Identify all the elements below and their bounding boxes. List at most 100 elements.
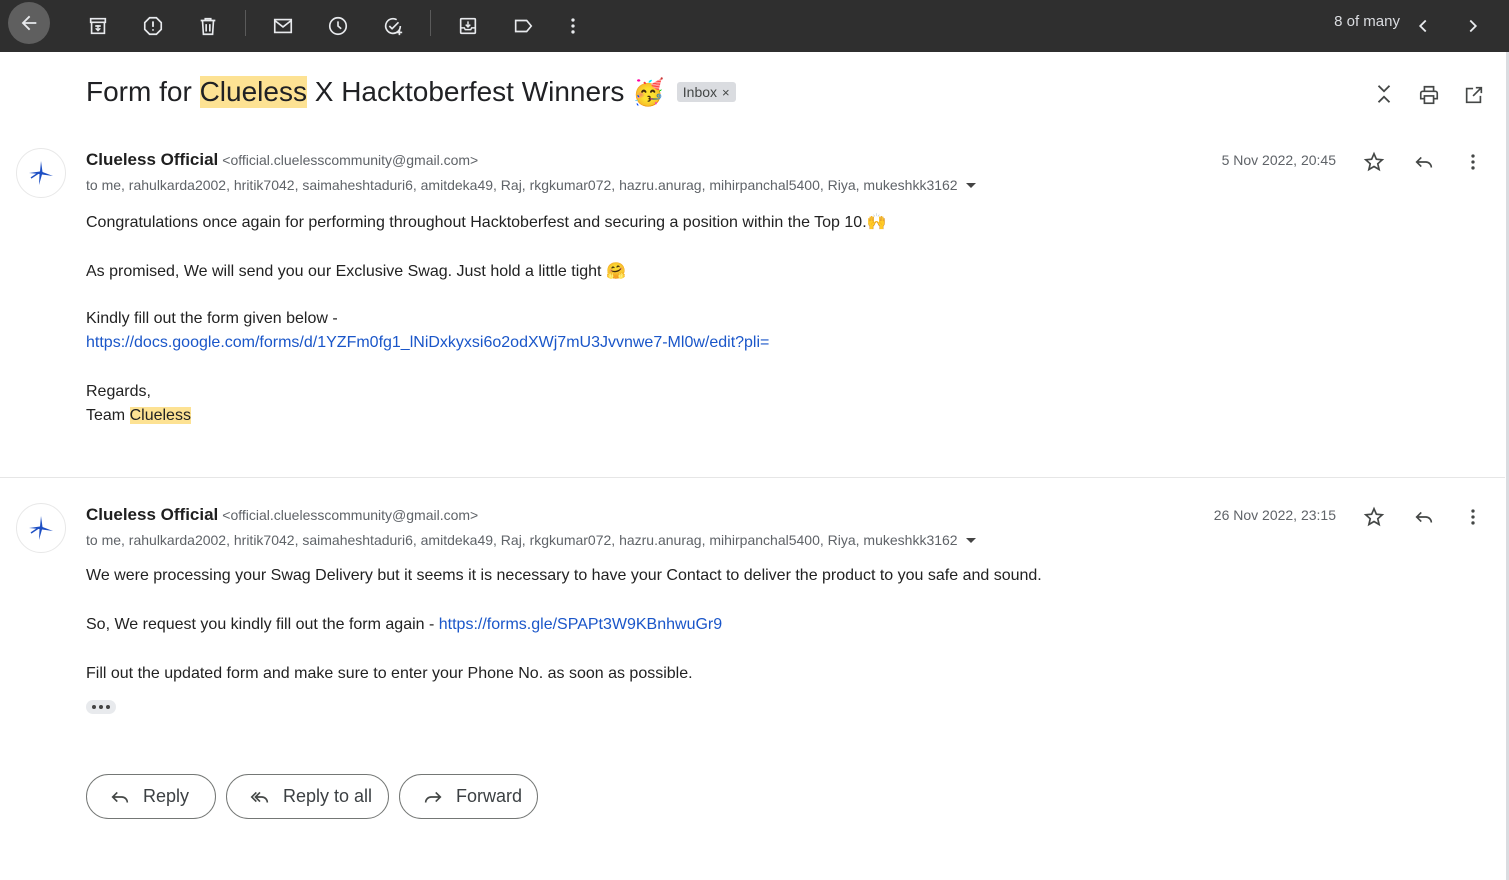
forward-icon [424, 791, 442, 803]
show-trimmed-content-button[interactable] [86, 700, 116, 714]
star-button[interactable] [1360, 503, 1388, 531]
pagination-count: 8 of many [1334, 13, 1400, 30]
add-task-button[interactable] [373, 6, 413, 46]
reply-button[interactable] [1410, 503, 1438, 531]
snooze-button[interactable] [318, 6, 358, 46]
recipients-line: to me, rahulkarda2002, hritik7042, saima… [86, 177, 976, 193]
google-form-link[interactable]: https://docs.google.com/forms/d/1YZFm0fg… [86, 334, 769, 351]
subject-suffix: X Hacktoberfest Winners [306, 76, 625, 107]
sender-info: Clueless Official <official.cluelesscommu… [86, 505, 478, 525]
sender-avatar[interactable] [16, 148, 66, 198]
message-date: 5 Nov 2022, 20:45 [1221, 152, 1336, 168]
dot-icon [106, 705, 110, 709]
more-icon [1471, 154, 1475, 170]
message-body-line: Regards, [86, 383, 151, 400]
signature-prefix: Team [86, 407, 130, 424]
newer-button[interactable] [1403, 6, 1443, 46]
open-new-window-button[interactable] [1460, 81, 1488, 109]
forms-gle-link[interactable]: https://forms.gle/SPAPt3W9KBnhwuGr9 [439, 616, 722, 633]
forward-label: Forward [456, 786, 523, 806]
report-spam-button[interactable] [133, 6, 173, 46]
back-button[interactable] [8, 2, 50, 44]
older-button[interactable] [1453, 6, 1493, 46]
message-body-line: We were processing your Swag Delivery bu… [86, 567, 1042, 584]
toolbar-divider [245, 10, 246, 36]
body-text: So, We request you kindly fill out the f… [86, 616, 439, 633]
message-body-link-line: So, We request you kindly fill out the f… [86, 616, 722, 634]
report-spam-icon [143, 16, 163, 36]
inbox-label-chip[interactable]: Inbox × [676, 82, 736, 102]
delete-icon [200, 17, 216, 36]
reply-icon [1415, 511, 1433, 523]
subject-highlight: Clueless [199, 76, 307, 108]
open-in-new-icon [1465, 86, 1483, 104]
star-icon [1363, 151, 1385, 172]
label-icon [514, 19, 533, 33]
reply-button[interactable] [1410, 148, 1438, 176]
sender-email: <official.cluelesscommunity@gmail.com> [222, 152, 479, 168]
star-button[interactable] [1360, 148, 1388, 176]
show-details-caret-icon[interactable] [965, 182, 976, 188]
mark-unread-button[interactable] [263, 6, 303, 46]
reply-icon [1415, 156, 1433, 168]
mark-unread-icon [273, 18, 293, 34]
reply-all-action-button[interactable]: Reply to all [226, 774, 389, 819]
print-icon [1419, 85, 1439, 105]
recipients-line: to me, rahulkarda2002, hritik7042, saima… [86, 532, 976, 548]
message-body-link-line: https://docs.google.com/forms/d/1YZFm0fg… [86, 334, 769, 352]
subject-prefix: Form for [86, 76, 200, 107]
reply-icon [111, 791, 129, 803]
more-options-button[interactable] [553, 6, 593, 46]
party-emoji: 🥳 [632, 76, 665, 107]
print-button[interactable] [1415, 81, 1443, 109]
more-icon [1471, 509, 1475, 525]
inbox-label-text: Inbox [682, 84, 718, 100]
sender-info: Clueless Official <official.cluelesscommu… [86, 150, 478, 170]
move-to-icon [459, 17, 477, 35]
collapse-all-icon [1377, 85, 1391, 103]
dot-icon [92, 705, 96, 709]
show-details-caret-icon[interactable] [965, 537, 976, 543]
reply-label: Reply [143, 786, 190, 806]
add-task-icon [384, 17, 403, 36]
label-button[interactable] [503, 6, 543, 46]
move-to-button[interactable] [448, 6, 488, 46]
more-icon [571, 18, 575, 34]
signature-highlight: Clueless [129, 407, 191, 424]
message-body-line: Fill out the updated form and make sure … [86, 665, 693, 682]
sender-name[interactable]: Clueless Official [86, 505, 218, 524]
chevron-left-icon [1418, 19, 1427, 33]
recipients-text: to me, rahulkarda2002, hritik7042, saima… [86, 532, 958, 548]
email-subject: Form for Clueless X Hacktoberfest Winner… [86, 76, 736, 108]
delete-button[interactable] [188, 6, 228, 46]
reply-all-icon [250, 791, 269, 803]
dot-icon [99, 705, 103, 709]
archive-button[interactable] [78, 6, 118, 46]
sender-name[interactable]: Clueless Official [86, 150, 218, 169]
archive-icon [89, 17, 107, 35]
snooze-icon [328, 16, 348, 36]
message-date: 26 Nov 2022, 23:15 [1213, 507, 1336, 523]
message-body-line: As promised, We will send you our Exclus… [86, 263, 626, 280]
top-toolbar: 8 of many [0, 0, 1509, 52]
toolbar-divider [430, 10, 431, 36]
chevron-right-icon [1469, 19, 1478, 33]
clueless-logo-icon [29, 161, 53, 185]
reply-all-label: Reply to all [283, 786, 373, 806]
star-icon [1363, 506, 1385, 527]
sender-email: <official.cluelesscommunity@gmail.com> [222, 507, 479, 523]
signature-line: Team Clueless [86, 407, 191, 425]
message-divider [0, 477, 1505, 478]
collapse-all-button[interactable] [1370, 80, 1398, 108]
recipients-text: to me, rahulkarda2002, hritik7042, saima… [86, 177, 958, 193]
back-icon [21, 15, 37, 31]
clueless-logo-icon [29, 516, 53, 540]
message-more-button[interactable] [1459, 148, 1487, 176]
message-body-line: Kindly fill out the form given below - [86, 310, 338, 327]
message-body-line: Congratulations once again for performin… [86, 214, 887, 231]
remove-label-icon[interactable]: × [722, 85, 730, 100]
message-more-button[interactable] [1459, 503, 1487, 531]
forward-action-button[interactable]: Forward [399, 774, 538, 819]
sender-avatar[interactable] [16, 503, 66, 553]
reply-action-button[interactable]: Reply [86, 774, 216, 819]
